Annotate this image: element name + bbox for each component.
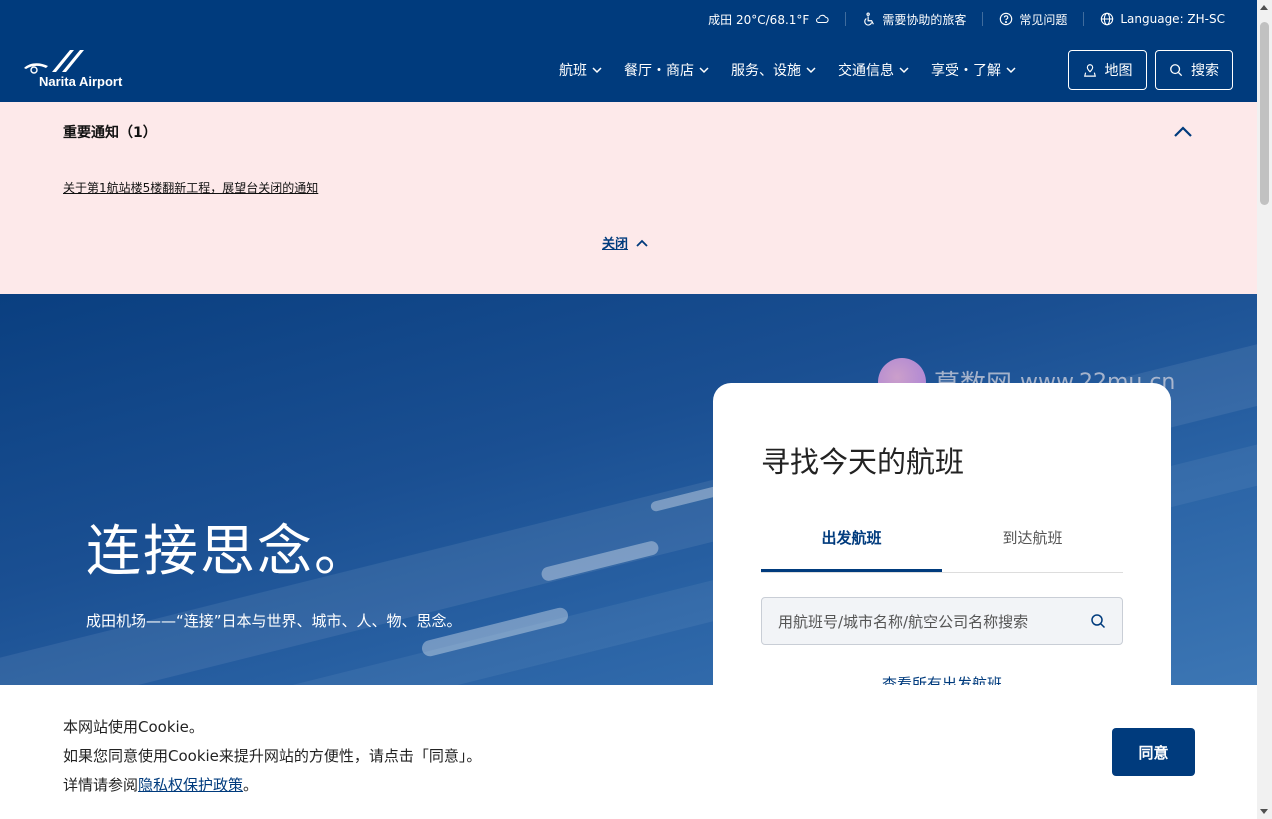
page-scrollbar[interactable] (1257, 0, 1272, 819)
search-icon[interactable] (1090, 613, 1106, 629)
notice-close-label: 关闭 (602, 237, 629, 252)
flight-tabs: 出发航班 到达航班 (761, 513, 1123, 573)
narita-logo[interactable]: Narita Airport (22, 48, 132, 90)
weather-info: 成田 20°C/68.1°F (692, 11, 845, 28)
globe-icon (1101, 12, 1114, 26)
language-label: Language: ZH-SC (1120, 12, 1225, 26)
flight-search-placeholder: 用航班号/城市名称/航空公司名称搜索 (778, 612, 1029, 631)
chevron-up-icon (636, 239, 648, 247)
cookie-line-3: 详情请参阅隐私权保护政策。 (63, 771, 481, 800)
privacy-policy-link[interactable]: 隐私权保护政策 (138, 776, 243, 794)
agree-button[interactable]: 同意 (1112, 728, 1195, 776)
site-header: 成田 20°C/68.1°F 需要协助的旅客 常见问题 Language: ZH… (0, 0, 1257, 102)
cloud-icon (816, 14, 829, 24)
tab-departures[interactable]: 出发航班 (761, 513, 942, 572)
search-button[interactable]: 搜索 (1155, 50, 1233, 90)
chevron-up-icon[interactable] (1173, 125, 1193, 139)
notice-close-button[interactable]: 关闭 (602, 233, 648, 252)
chevron-down-icon (806, 67, 816, 74)
notice-link[interactable]: 关于第1航站楼5楼翻新工程，展望台关闭的通知 (63, 179, 318, 196)
search-icon (1170, 64, 1183, 77)
scroll-down-icon[interactable] (1260, 809, 1268, 814)
chevron-down-icon (899, 67, 909, 74)
cookie-line-1: 本网站使用Cookie。 (63, 718, 204, 736)
question-circle-icon (1000, 12, 1013, 26)
nav-flights[interactable]: 航班 (559, 60, 602, 80)
nav-flights-label: 航班 (559, 63, 587, 79)
language-selector[interactable]: Language: ZH-SC (1084, 12, 1225, 26)
map-pin-icon (1083, 64, 1096, 77)
cookie-line-2: 如果您同意使用Cookie来提升网站的方便性，请点击「同意」。 (63, 747, 482, 765)
flight-search-input[interactable]: 用航班号/城市名称/航空公司名称搜索 (761, 597, 1123, 645)
search-button-label: 搜索 (1191, 63, 1219, 79)
assist-label: 需要协助的旅客 (882, 12, 967, 27)
nav-dining-shops[interactable]: 餐厅・商店 (624, 60, 709, 80)
map-button[interactable]: 地图 (1068, 50, 1147, 90)
nav-enjoy-label: 享受・了解 (931, 63, 1001, 79)
tab-arrivals[interactable]: 到达航班 (942, 513, 1123, 572)
assist-link[interactable]: 需要协助的旅客 (846, 11, 982, 28)
logo-text: Narita Airport (39, 74, 123, 89)
hero-title: 连接思念。 (86, 519, 372, 583)
nav-services[interactable]: 服务、设施 (731, 60, 816, 80)
flight-card-title: 寻找今天的航班 (761, 445, 965, 479)
notice-title: 重要通知（1） (63, 125, 157, 141)
nav-enjoy[interactable]: 享受・了解 (931, 60, 1016, 80)
cookie-line-3-suffix: 。 (243, 776, 259, 794)
cookie-line-3-prefix: 详情请参阅 (63, 776, 139, 794)
logo-mark-icon (24, 50, 84, 74)
nav-dining-label: 餐厅・商店 (624, 63, 694, 79)
cookie-text: 本网站使用Cookie。 如果您同意使用Cookie来提升网站的方便性，请点击「… (63, 713, 481, 800)
map-button-label: 地图 (1104, 63, 1133, 79)
nav-services-label: 服务、设施 (731, 63, 801, 79)
wheelchair-icon (864, 12, 875, 26)
flight-search-card: 寻找今天的航班 出发航班 到达航班 用航班号/城市名称/航空公司名称搜索 查看所… (713, 383, 1171, 703)
utility-bar: 成田 20°C/68.1°F 需要协助的旅客 常见问题 Language: ZH… (692, 10, 1225, 28)
main-nav: 航班 餐厅・商店 服务、设施 交通信息 享受・了解 (559, 60, 1038, 80)
chevron-down-icon (592, 67, 602, 74)
nav-transport[interactable]: 交通信息 (838, 60, 909, 80)
chevron-down-icon (699, 67, 709, 74)
important-notice: 重要通知（1） 关于第1航站楼5楼翻新工程，展望台关闭的通知 关闭 (0, 102, 1257, 294)
cookie-banner: 本网站使用Cookie。 如果您同意使用Cookie来提升网站的方便性，请点击「… (0, 685, 1257, 819)
faq-link[interactable]: 常见问题 (983, 11, 1083, 28)
scroll-thumb[interactable] (1260, 22, 1269, 205)
faq-label: 常见问题 (1019, 12, 1068, 27)
scroll-up-icon[interactable] (1260, 5, 1268, 10)
nav-transport-label: 交通信息 (838, 63, 894, 79)
hero-subtitle: 成田机场——“连接”日本与世界、城市、人、物、思念。 (86, 612, 462, 630)
weather-text: 成田 20°C/68.1°F (708, 12, 810, 27)
chevron-down-icon (1006, 67, 1016, 74)
